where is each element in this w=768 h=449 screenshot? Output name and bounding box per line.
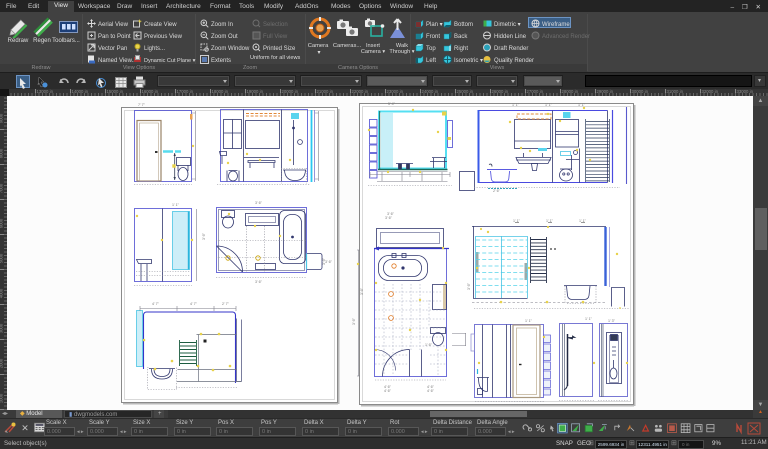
svg-text:3' 6": 3' 6" <box>352 317 356 325</box>
svg-text:1' 3": 1' 3" <box>608 319 616 323</box>
svg-text:1' 1": 1' 1" <box>525 319 533 323</box>
svg-text:4' 7": 4' 7" <box>152 302 160 306</box>
svg-text:1' 1": 1' 1" <box>546 219 554 223</box>
svg-text:3' 6": 3' 6" <box>360 287 364 295</box>
svg-text:3' 6": 3' 6" <box>255 201 263 205</box>
svg-text:1' 1": 1' 1" <box>578 103 586 107</box>
svg-text:1' 1": 1' 1" <box>513 219 521 223</box>
svg-text:4' 6": 4' 6" <box>427 389 435 393</box>
svg-text:3' 6": 3' 6" <box>385 216 393 220</box>
svg-text:2' 6": 2' 6" <box>493 189 501 193</box>
svg-text:7' 7": 7' 7" <box>138 103 146 107</box>
svg-text:4' 6": 4' 6" <box>384 389 392 393</box>
svg-text:1' 1": 1' 1" <box>172 203 180 207</box>
svg-text:1' 6": 1' 6" <box>425 343 433 347</box>
svg-text:3' 6": 3' 6" <box>467 282 471 290</box>
svg-text:3' 6": 3' 6" <box>325 260 333 264</box>
svg-text:4' 7": 4' 7" <box>190 302 198 306</box>
svg-text:2' 7": 2' 7" <box>222 302 230 306</box>
svg-text:1' 1": 1' 1" <box>579 219 587 223</box>
svg-text:3' 6": 3' 6" <box>255 280 263 284</box>
svg-text:1' 1": 1' 1" <box>545 103 553 107</box>
svg-text:1' 1": 1' 1" <box>585 317 593 321</box>
svg-text:5' 4": 5' 4" <box>388 102 396 106</box>
svg-text:3' 6": 3' 6" <box>202 232 206 240</box>
svg-text:1' 1": 1' 1" <box>512 103 520 107</box>
